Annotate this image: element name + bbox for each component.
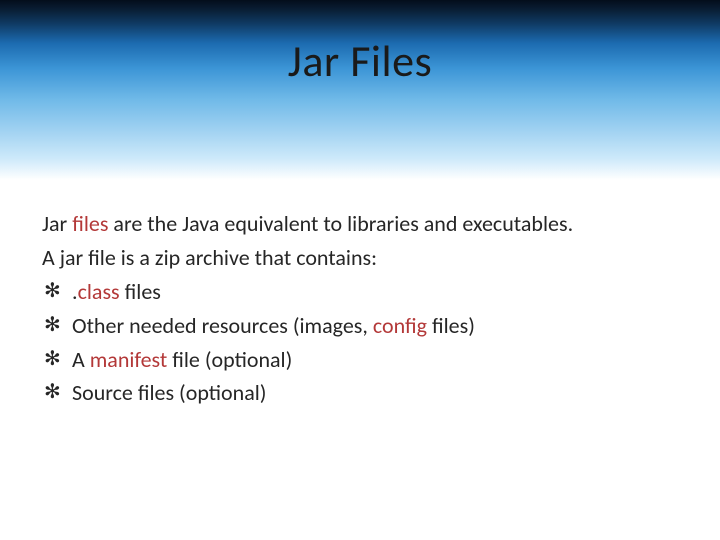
accent-word: manifest bbox=[90, 346, 168, 373]
header-gradient bbox=[0, 0, 720, 180]
bullet-icon: ✻ bbox=[44, 310, 61, 340]
list-item: ✻ Source files (optional) bbox=[42, 377, 678, 409]
text-fragment: file (optional) bbox=[167, 346, 292, 373]
text-fragment: Source files (optional) bbox=[72, 379, 266, 406]
text-fragment: A bbox=[72, 346, 90, 373]
accent-word: files bbox=[72, 210, 108, 237]
list-item: ✻ .class files bbox=[42, 276, 678, 308]
text-fragment: files bbox=[120, 278, 161, 305]
list-item: ✻ Other needed resources (images, config… bbox=[42, 310, 678, 342]
bullet-list: ✻ .class files ✻ Other needed resources … bbox=[42, 276, 678, 410]
text-fragment: Jar bbox=[42, 210, 72, 237]
bullet-icon: ✻ bbox=[44, 377, 61, 407]
intro-line-1: Jar files are the Java equivalent to lib… bbox=[42, 208, 678, 240]
text-fragment: are the Java equivalent to libraries and… bbox=[108, 210, 573, 237]
intro-line-2: A jar file is a zip archive that contain… bbox=[42, 242, 678, 274]
accent-word: config bbox=[373, 312, 427, 339]
slide-body: Jar files are the Java equivalent to lib… bbox=[42, 208, 678, 411]
text-fragment: files) bbox=[427, 312, 475, 339]
bullet-icon: ✻ bbox=[44, 344, 61, 374]
slide: Jar Files Jar files are the Java equival… bbox=[0, 0, 720, 540]
list-item: ✻ A manifest file (optional) bbox=[42, 344, 678, 376]
slide-title: Jar Files bbox=[0, 34, 720, 88]
bullet-icon: ✻ bbox=[44, 276, 61, 306]
accent-word: class bbox=[78, 278, 120, 305]
text-fragment: Other needed resources (images, bbox=[72, 312, 373, 339]
